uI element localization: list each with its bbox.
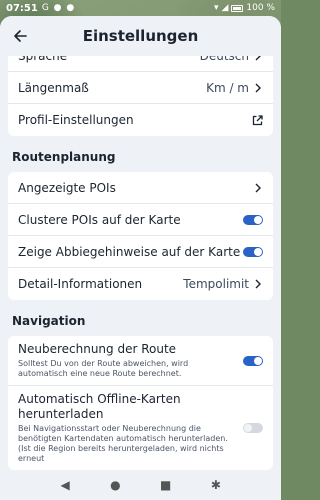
nav-recents-icon[interactable]: ■ — [156, 475, 176, 495]
battery-icon — [231, 4, 244, 12]
status-time: 07:51 — [6, 2, 38, 14]
status-bar: 07:51 G ● ● ▾ ◢ 100 % — [0, 0, 281, 16]
notification-icons: G ● ● — [41, 3, 76, 13]
setting-description: Bei Navigationsstart oder Neuberechnung … — [18, 424, 228, 463]
setting-text: Neuberechnung der Route Solltest Du von … — [18, 342, 243, 379]
setting-text: Automatisch Offline-Karten herunterladen… — [18, 392, 243, 464]
wifi-icon: ▾ — [213, 3, 219, 13]
toggle-knob — [254, 356, 262, 365]
chevron-right-icon — [253, 183, 263, 193]
detail-info-setting[interactable]: Detail-Informationen Tempolimit — [8, 268, 273, 300]
section-routenplanung: Routenplanung — [12, 150, 116, 164]
system-nav-bar: ◀ ● ■ ✱ — [0, 470, 281, 500]
setting-label: Längenmaß — [18, 80, 89, 95]
offline-maps-toggle[interactable] — [243, 423, 263, 433]
setting-description: Solltest Du von der Route abweichen, wir… — [18, 359, 189, 378]
nav-back-icon[interactable]: ◀ — [55, 475, 75, 495]
offline-maps-setting: Automatisch Offline-Karten herunterladen… — [8, 386, 273, 470]
length-unit-setting[interactable]: Längenmaß Km / m — [8, 72, 273, 104]
accessibility-icon[interactable]: ✱ — [206, 475, 226, 495]
signal-icon: ◢ — [221, 3, 229, 13]
setting-label: Automatisch Offline-Karten herunterladen — [18, 392, 181, 421]
turn-hints-setting: Zeige Abbiegehinweise auf der Karte — [8, 236, 273, 268]
cluster-pois-setting: Clustere POIs auf der Karte — [8, 204, 273, 236]
setting-label: Profil-Einstellungen — [18, 113, 134, 127]
toggle-knob — [244, 424, 252, 432]
displayed-pois-setting[interactable]: Angezeigte POIs — [8, 172, 273, 204]
chevron-right-icon — [253, 83, 263, 93]
setting-label: Angezeigte POIs — [18, 180, 116, 195]
app-bar: Einstellungen — [0, 16, 281, 56]
chevron-right-icon — [253, 279, 263, 289]
battery-level: 100 % — [246, 3, 275, 13]
toggle-knob — [254, 215, 262, 224]
setting-label: Neuberechnung der Route — [18, 342, 177, 356]
setting-label: Clustere POIs auf der Karte — [18, 212, 181, 227]
setting-label: Detail-Informationen — [18, 277, 143, 291]
arrow-left-icon — [14, 30, 27, 42]
setting-value: Km / m — [206, 80, 249, 95]
nav-home-icon[interactable]: ● — [105, 475, 125, 495]
setting-label: Zeige Abbiegehinweise auf der Karte — [18, 244, 241, 259]
settings-sheet: Einstellungen Sprache Deutsch Längenmaß … — [0, 16, 281, 470]
settings-list: Sprache Deutsch Längenmaß Km / m Profil-… — [0, 40, 281, 470]
routenplanung-card: Angezeigte POIs Clustere POIs auf der Ka… — [8, 172, 273, 300]
reroute-toggle[interactable] — [243, 355, 263, 366]
reroute-setting: Neuberechnung der Route Solltest Du von … — [8, 336, 273, 386]
section-navigation: Navigation — [12, 314, 86, 328]
navigation-card: Neuberechnung der Route Solltest Du von … — [8, 336, 273, 470]
profile-settings-link[interactable]: Profil-Einstellungen — [8, 104, 273, 136]
cluster-pois-toggle[interactable] — [243, 214, 263, 225]
turn-hints-toggle[interactable] — [243, 246, 263, 257]
toggle-knob — [254, 247, 262, 256]
open-external-icon — [251, 114, 263, 126]
status-right: ▾ ◢ 100 % — [214, 3, 275, 13]
back-button[interactable] — [2, 18, 38, 54]
page-title: Einstellungen — [82, 27, 199, 45]
setting-value: Tempolimit — [183, 277, 249, 291]
